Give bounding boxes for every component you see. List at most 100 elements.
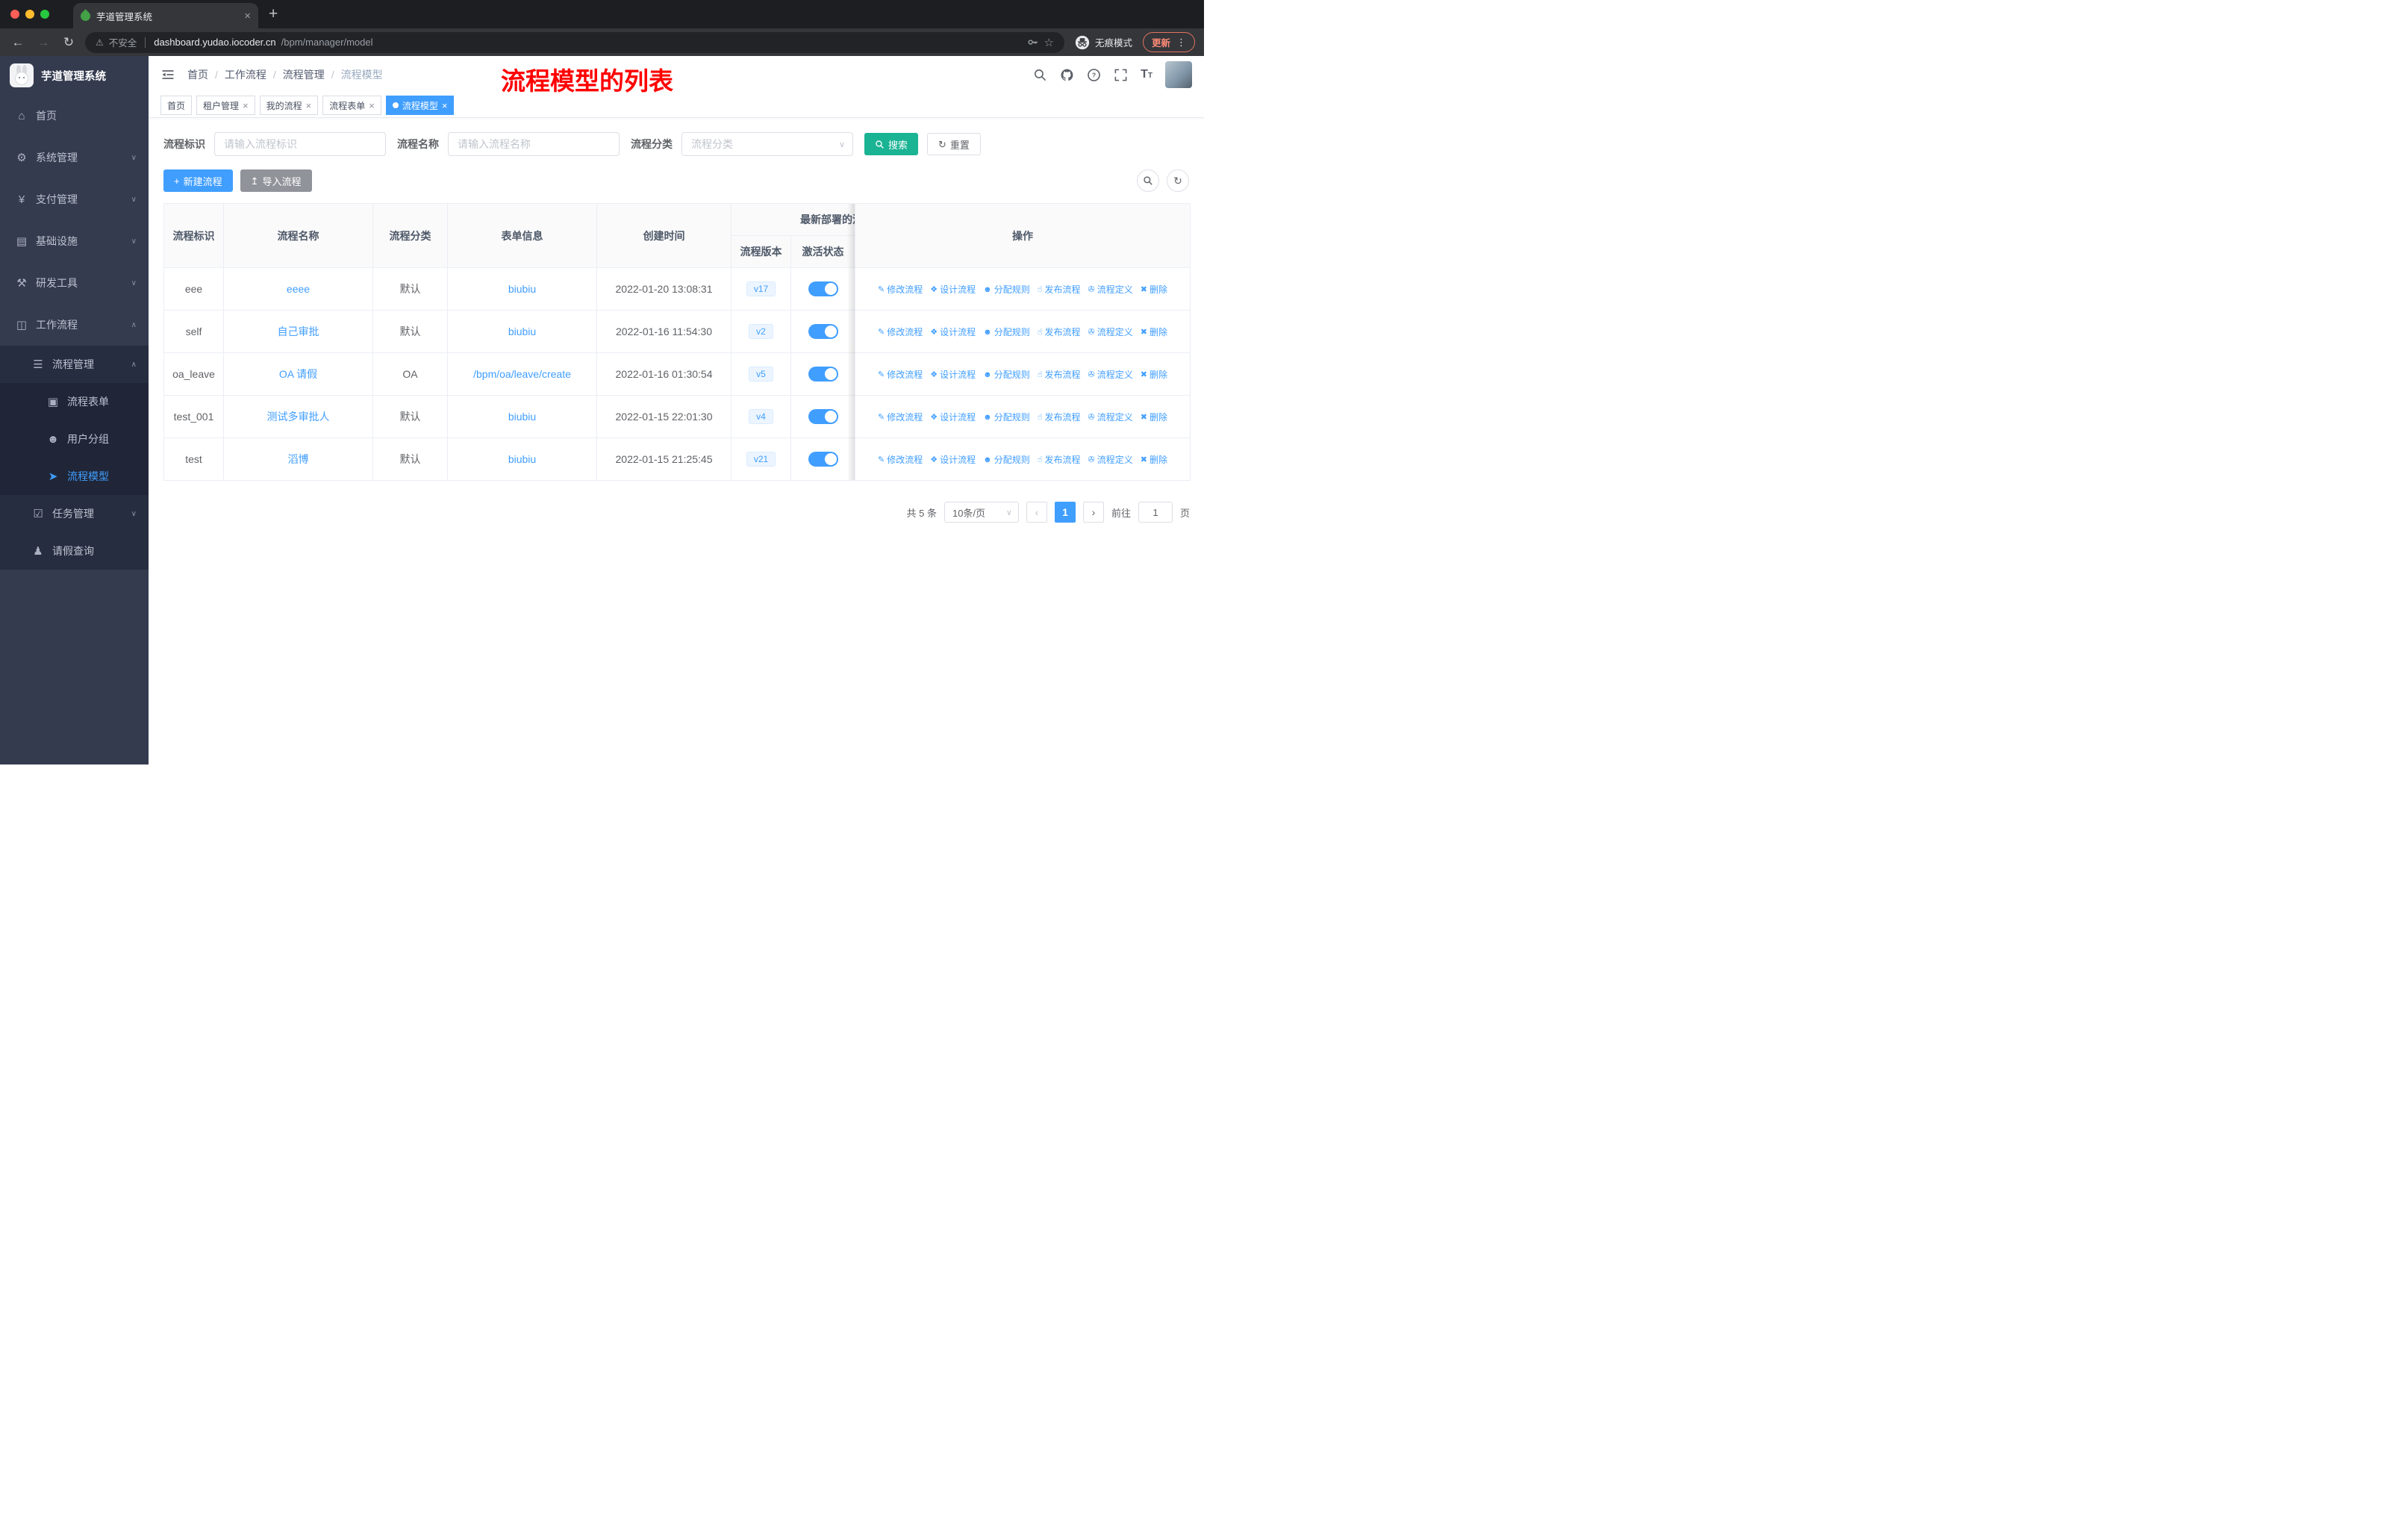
tag-close-icon[interactable]: × xyxy=(243,100,249,111)
action-definition-link[interactable]: ✇ 流程定义 xyxy=(1088,453,1132,466)
action-design-link[interactable]: ❖ 设计流程 xyxy=(930,283,976,296)
bookmark-star-icon[interactable]: ☆ xyxy=(1044,36,1054,49)
sidebar-item-infra[interactable]: ▤ 基础设施 ∨ xyxy=(0,220,149,262)
action-definition-link[interactable]: ✇ 流程定义 xyxy=(1088,368,1132,381)
active-toggle[interactable] xyxy=(808,409,838,424)
action-publish-link[interactable]: ☝ 发布流程 xyxy=(1038,453,1081,466)
forward-button[interactable]: → xyxy=(34,35,52,50)
action-delete-link[interactable]: ✖ 删除 xyxy=(1141,326,1167,338)
import-process-button[interactable]: ↥ 导入流程 xyxy=(240,169,312,192)
browser-tab[interactable]: 芋道管理系统 × xyxy=(73,3,258,28)
help-icon[interactable]: ? xyxy=(1087,68,1101,82)
goto-page-input[interactable] xyxy=(1138,502,1173,523)
form-info-link[interactable]: biubiu xyxy=(508,326,536,337)
action-assign-link[interactable]: ☻ 分配规则 xyxy=(983,453,1030,466)
sidebar-item-system[interactable]: ⚙ 系统管理 ∨ xyxy=(0,137,149,178)
sidebar-item-process-form[interactable]: ▣ 流程表单 xyxy=(0,383,149,420)
page-size-select[interactable]: 10条/页 ∨ xyxy=(943,502,1019,523)
action-definition-link[interactable]: ✇ 流程定义 xyxy=(1088,411,1132,423)
process-name-input[interactable] xyxy=(448,132,620,156)
search-icon[interactable] xyxy=(1033,68,1047,82)
process-id-input[interactable] xyxy=(214,132,386,156)
refresh-table-button[interactable]: ↻ xyxy=(1167,169,1189,192)
sidebar-item-process-mgmt[interactable]: ☰ 流程管理 ∧ xyxy=(0,346,149,383)
new-tab-button[interactable]: + xyxy=(269,5,278,23)
action-assign-link[interactable]: ☻ 分配规则 xyxy=(983,283,1030,296)
zoom-window-button[interactable] xyxy=(40,10,49,19)
active-toggle[interactable] xyxy=(808,324,838,339)
action-publish-link[interactable]: ☝ 发布流程 xyxy=(1038,283,1081,296)
process-name-link[interactable]: eeee xyxy=(287,283,310,295)
action-assign-link[interactable]: ☻ 分配规则 xyxy=(983,411,1030,423)
breadcrumb-workflow[interactable]: 工作流程 xyxy=(225,67,266,82)
sidebar-item-home[interactable]: ⌂ 首页 xyxy=(0,95,149,137)
action-publish-link[interactable]: ☝ 发布流程 xyxy=(1038,326,1081,338)
form-info-link[interactable]: biubiu xyxy=(508,411,536,423)
close-window-button[interactable] xyxy=(10,10,19,19)
action-publish-link[interactable]: ☝ 发布流程 xyxy=(1038,411,1081,423)
toggle-search-button[interactable] xyxy=(1137,169,1159,192)
minimize-window-button[interactable] xyxy=(25,10,34,19)
page-number-button[interactable]: 1 xyxy=(1054,502,1076,523)
process-name-link[interactable]: OA 请假 xyxy=(279,368,317,380)
active-toggle[interactable] xyxy=(808,367,838,382)
collapse-sidebar-button[interactable] xyxy=(160,67,175,82)
reset-button[interactable]: ↻ 重置 xyxy=(927,133,981,155)
tag-item[interactable]: 流程表单 × xyxy=(322,96,381,115)
form-info-link[interactable]: biubiu xyxy=(508,453,536,465)
sidebar-item-user-group[interactable]: ☻ 用户分组 xyxy=(0,420,149,458)
next-page-button[interactable]: › xyxy=(1082,502,1104,523)
category-select[interactable]: 流程分类 ∨ xyxy=(681,132,853,156)
prev-page-button[interactable]: ‹ xyxy=(1026,502,1047,523)
form-info-link[interactable]: biubiu xyxy=(508,283,536,295)
action-delete-link[interactable]: ✖ 删除 xyxy=(1141,453,1167,466)
tag-item[interactable]: 租户管理 × xyxy=(196,96,255,115)
tag-item[interactable]: 我的流程 × xyxy=(259,96,319,115)
action-publish-link[interactable]: ☝ 发布流程 xyxy=(1038,368,1081,381)
action-assign-link[interactable]: ☻ 分配规则 xyxy=(983,326,1030,338)
action-assign-link[interactable]: ☻ 分配规则 xyxy=(983,368,1030,381)
action-definition-link[interactable]: ✇ 流程定义 xyxy=(1088,283,1132,296)
action-edit-link[interactable]: ✎ 修改流程 xyxy=(878,453,923,466)
action-design-link[interactable]: ❖ 设计流程 xyxy=(930,453,976,466)
user-avatar[interactable] xyxy=(1165,61,1192,88)
breadcrumb-process-mgmt[interactable]: 流程管理 xyxy=(283,67,325,82)
process-name-link[interactable]: 滔博 xyxy=(288,453,309,465)
search-button[interactable]: 搜索 xyxy=(864,133,919,155)
sidebar-item-payment[interactable]: ¥ 支付管理 ∨ xyxy=(0,178,149,220)
form-info-link[interactable]: /bpm/oa/leave/create xyxy=(473,368,571,380)
tab-close-button[interactable]: × xyxy=(244,10,251,22)
process-name-link[interactable]: 自己审批 xyxy=(278,326,319,337)
active-toggle[interactable] xyxy=(808,281,838,296)
tag-item[interactable]: 流程模型 × xyxy=(385,96,455,115)
active-toggle[interactable] xyxy=(808,452,838,467)
action-design-link[interactable]: ❖ 设计流程 xyxy=(930,411,976,423)
refresh-page-button[interactable]: ↻ xyxy=(60,35,78,50)
url-bar[interactable]: ⚠ 不安全 dashboard.yudao.iocoder.cn/bpm/man… xyxy=(85,31,1064,53)
create-process-button[interactable]: + 新建流程 xyxy=(163,169,233,192)
action-design-link[interactable]: ❖ 设计流程 xyxy=(930,368,976,381)
action-edit-link[interactable]: ✎ 修改流程 xyxy=(878,283,923,296)
browser-menu-icon[interactable]: ⋮ xyxy=(1176,37,1186,49)
sidebar-item-task-mgmt[interactable]: ☑ 任务管理 ∨ xyxy=(0,495,149,532)
action-edit-link[interactable]: ✎ 修改流程 xyxy=(878,368,923,381)
action-delete-link[interactable]: ✖ 删除 xyxy=(1141,368,1167,381)
action-design-link[interactable]: ❖ 设计流程 xyxy=(930,326,976,338)
action-definition-link[interactable]: ✇ 流程定义 xyxy=(1088,326,1132,338)
sidebar-item-process-model[interactable]: ➤ 流程模型 xyxy=(0,458,149,495)
action-edit-link[interactable]: ✎ 修改流程 xyxy=(878,411,923,423)
process-name-link[interactable]: 测试多审批人 xyxy=(267,411,330,423)
action-delete-link[interactable]: ✖ 删除 xyxy=(1141,283,1167,296)
tag-close-icon[interactable]: × xyxy=(442,100,448,111)
password-key-icon[interactable] xyxy=(1026,36,1039,49)
tag-close-icon[interactable]: × xyxy=(306,100,312,111)
fullscreen-icon[interactable] xyxy=(1114,68,1128,82)
breadcrumb-home[interactable]: 首页 xyxy=(187,67,208,82)
tag-close-icon[interactable]: × xyxy=(369,100,375,111)
sidebar-item-devtools[interactable]: ⚒ 研发工具 ∨ xyxy=(0,262,149,304)
tag-item[interactable]: 首页 xyxy=(160,96,193,115)
github-icon[interactable] xyxy=(1060,68,1074,82)
back-button[interactable]: ← xyxy=(9,35,27,50)
action-edit-link[interactable]: ✎ 修改流程 xyxy=(878,326,923,338)
font-size-icon[interactable]: TT xyxy=(1141,68,1152,81)
